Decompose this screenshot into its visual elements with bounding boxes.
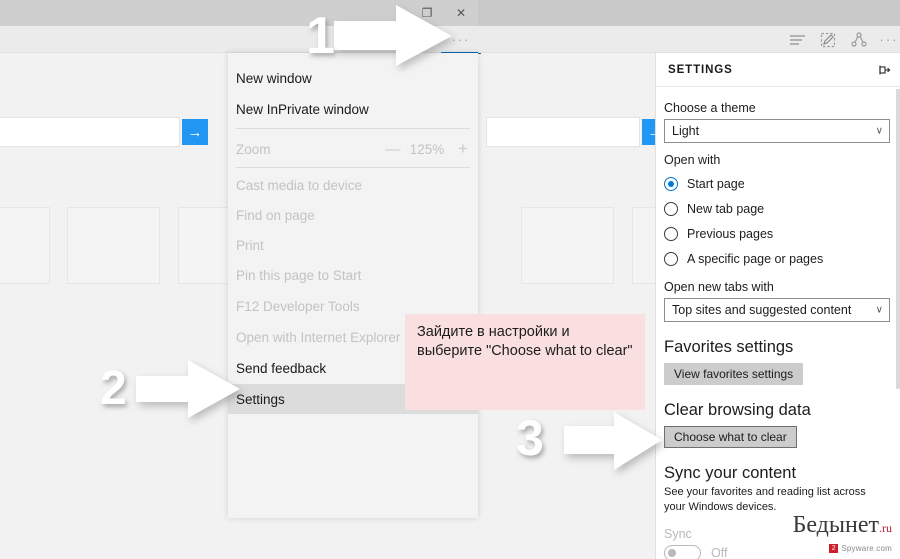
new-tabs-select[interactable]: Top sites and suggested content ∨ [664,298,890,322]
radio-icon [664,251,678,266]
menu-item-pin-to-start[interactable]: Pin this page to Start [228,260,478,290]
theme-select[interactable]: Light ∨ [664,119,890,143]
zoom-in-button[interactable]: + [448,139,478,159]
screenshot-root: → → ❐ ✕ ··· ─ ❐ ✕ [0,0,900,559]
zoom-label: Zoom [236,141,271,157]
more-icon-right[interactable]: ··· [872,26,900,53]
watermark-sub-label: Spyware.com [841,544,892,553]
instruction-callout: Зайдите в настройки и выберите "Choose w… [405,314,645,410]
edge-more-menu: New window New InPrivate window Zoom — 1… [228,53,478,518]
step-arrow-1 [334,5,452,66]
chevron-down-icon: ∨ [875,304,883,316]
watermark: Бедынет.ru 2 Spyware.com [793,513,892,555]
new-tabs-value: Top sites and suggested content [672,303,852,317]
menu-item-print[interactable]: Print [228,230,478,260]
watermark-tld: .ru [879,521,892,535]
menu-separator [236,128,470,129]
zoom-value: 125% [409,141,445,157]
settings-header: SETTINGS [656,53,900,87]
sync-heading: Sync your content [664,464,797,482]
watermark-brand: Бедынет [792,512,879,538]
menu-item-new-window[interactable]: New window [228,63,478,93]
step-arrow-2 [136,360,240,418]
radio-label: New tab page [687,201,765,216]
radio-label: Previous pages [687,226,774,241]
open-with-label: Open with [664,153,721,167]
chevron-down-icon: ∨ [875,125,883,137]
radio-start-page[interactable]: Start page [664,171,889,196]
settings-scrollbar[interactable] [896,89,900,389]
radio-icon [664,226,678,241]
settings-pane: SETTINGS Choose a theme Light ∨ Open wit… [655,53,900,559]
sync-description: See your favorites and reading list acro… [664,486,866,513]
radio-specific-pages[interactable]: A specific page or pages [664,246,889,271]
favorites-heading: Favorites settings [664,338,794,356]
search-box-left[interactable] [0,117,180,147]
menu-item-new-inprivate[interactable]: New InPrivate window [228,94,478,124]
menu-zoom-row: Zoom — 125% + [228,132,478,166]
page-tile[interactable] [521,207,614,284]
reading-view-icon[interactable] [780,26,814,53]
menu-separator [236,167,470,168]
watermark-badge: 2 [829,544,839,553]
radio-icon [664,201,678,216]
theme-label: Choose a theme [664,101,756,115]
step-number-2: 2 [100,362,127,415]
watermark-name: Бедынет.ru [793,513,892,537]
choose-what-to-clear-button[interactable]: Choose what to clear [664,426,797,448]
pin-icon[interactable] [867,63,900,77]
view-favorites-settings-button[interactable]: View favorites settings [664,363,804,385]
menu-item-cast-media[interactable]: Cast media to device [228,170,478,200]
step-number-1: 1 [306,7,335,65]
radio-label: A specific page or pages [687,251,824,266]
titlebar-right: ─ ❐ ✕ [478,0,900,26]
step-number-3: 3 [516,410,544,466]
web-note-icon[interactable] [811,26,845,53]
radio-label: Start page [687,176,745,191]
settings-title: SETTINGS [668,63,733,76]
share-icon[interactable] [842,26,876,53]
radio-icon [664,176,678,191]
settings-body: Choose a theme Light ∨ Open with Start p… [656,87,900,559]
new-tabs-label: Open new tabs with [664,280,774,294]
step-arrow-3 [564,412,662,470]
toggle-icon[interactable] [664,544,701,559]
page-tile[interactable] [67,207,160,284]
radio-new-tab-page[interactable]: New tab page [664,196,889,221]
zoom-out-button[interactable]: — [380,141,406,158]
watermark-sub: 2 Spyware.com [829,544,892,553]
radio-previous-pages[interactable]: Previous pages [664,221,889,246]
page-tile[interactable] [0,207,50,284]
search-go-button-left[interactable]: → [182,119,208,145]
search-box-right[interactable] [486,117,640,147]
clear-browsing-data-heading: Clear browsing data [664,401,811,419]
theme-value: Light [672,124,700,138]
sync-state: Off [711,545,728,559]
menu-item-find-on-page[interactable]: Find on page [228,200,478,230]
